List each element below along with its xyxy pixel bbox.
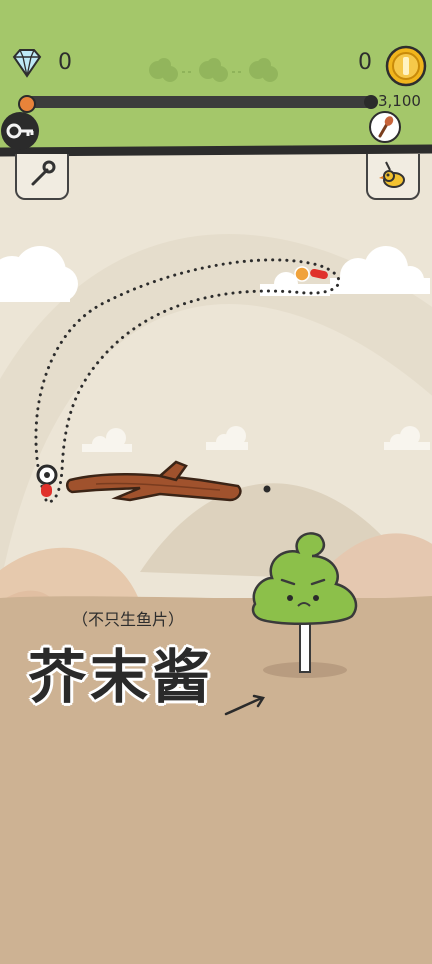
launcher-icon	[36, 464, 58, 497]
projectile-icon	[294, 266, 328, 282]
branch-obstacle	[66, 460, 242, 502]
wasabi-character	[251, 532, 358, 678]
game-scene	[34, 258, 358, 716]
item-subtitle: （不只生鱼片）	[72, 610, 185, 629]
arrow-icon	[224, 696, 264, 716]
item-title: 芥末酱	[28, 643, 215, 711]
dot-marker	[263, 485, 271, 493]
